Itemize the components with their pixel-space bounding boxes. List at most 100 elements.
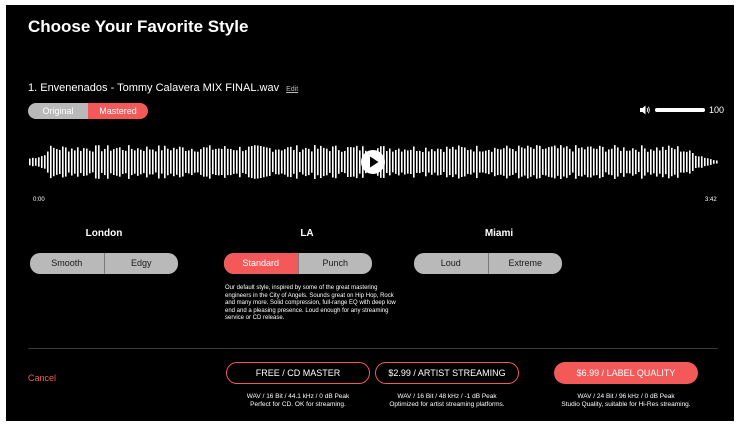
waveform-bar [155, 151, 157, 173]
waveform-bar [62, 146, 64, 178]
waveform-bar [311, 151, 313, 173]
style-title-london: London [85, 228, 123, 239]
standard-button[interactable]: Standard [224, 253, 298, 274]
waveform-bar [233, 150, 235, 174]
waveform-bar [266, 147, 268, 177]
waveform-bar [686, 151, 688, 173]
waveform-bar [275, 149, 277, 175]
style-selection-dialog: Choose Your Favorite Style 1. Envenenado… [6, 5, 734, 421]
waveform-bar [89, 150, 91, 174]
mastered-toggle-button[interactable]: Mastered [88, 103, 148, 119]
waveform-bar [440, 149, 442, 175]
waveform-bar [71, 148, 73, 176]
waveform-bar [545, 148, 547, 176]
waveform-bar [86, 148, 88, 176]
waveform-bar [224, 146, 226, 178]
waveform-bar [434, 151, 436, 173]
waveform-bar [650, 149, 652, 175]
waveform-bar [308, 148, 310, 176]
waveform-bar [716, 160, 718, 164]
waveform-bar [569, 148, 571, 176]
waveform-bar [245, 150, 247, 174]
waveform-bar [272, 151, 274, 173]
waveform-bar [317, 148, 319, 176]
play-button[interactable] [361, 150, 385, 174]
waveform-bar [83, 148, 85, 176]
artist-streaming-button[interactable]: $2.99 / ARTIST STREAMING [375, 362, 519, 384]
waveform-bar [494, 147, 496, 177]
waveform-bar [515, 151, 517, 173]
waveform-bar [203, 147, 205, 177]
waveform-bar [431, 149, 433, 175]
smooth-button[interactable]: Smooth [30, 253, 104, 274]
waveform-bar [95, 145, 97, 179]
waveform-bar [332, 146, 334, 178]
waveform-bar [611, 148, 613, 176]
waveform-bar [551, 146, 553, 178]
waveform-bar [563, 147, 565, 177]
waveform-bar [626, 150, 628, 174]
waveform-bar [593, 148, 595, 176]
waveform-bar [179, 146, 181, 178]
plan-artist-streaming: $2.99 / ARTIST STREAMING WAV / 16 Bit / … [375, 362, 519, 409]
waveform-bar [605, 151, 607, 173]
waveform-bar [350, 147, 352, 177]
extreme-button[interactable]: Extreme [487, 253, 563, 274]
style-description: Our default style, inspired by some of t… [225, 285, 396, 322]
punch-button[interactable]: Punch [297, 253, 373, 274]
waveform-bar [554, 145, 556, 179]
waveform-bar [635, 149, 637, 175]
plan-format: WAV / 16 Bit / 44.1 kHz / 0 dB Peak [246, 393, 350, 400]
waveform-bar [707, 158, 709, 166]
waveform-bar [461, 147, 463, 177]
waveform-bar [395, 150, 397, 174]
waveform-bar [566, 146, 568, 178]
style-title-la: LA [300, 228, 314, 239]
waveform-bar [113, 149, 115, 175]
waveform-bar [443, 151, 445, 172]
waveform-bar [236, 150, 238, 174]
cancel-link[interactable]: Cancel [28, 373, 56, 383]
original-toggle-button[interactable]: Original [28, 103, 88, 119]
waveform-bar [335, 145, 337, 179]
waveform-bar [542, 149, 544, 175]
waveform-bar [506, 145, 508, 179]
waveform-bar [143, 150, 145, 174]
waveform-bar [74, 150, 76, 174]
edgy-button[interactable]: Edgy [103, 253, 179, 274]
waveform-bar [632, 148, 634, 176]
waveform-bar [665, 149, 667, 175]
waveform-bar [125, 150, 127, 174]
waveform-bar [668, 145, 670, 179]
edit-track-link[interactable]: Edit [286, 86, 298, 93]
waveform-bar [50, 145, 52, 179]
waveform-bar [56, 149, 58, 175]
miami-style-options: Loud Extreme [414, 253, 562, 274]
volume-slider[interactable] [655, 108, 705, 112]
waveform-bar [488, 149, 490, 175]
waveform-bar [218, 148, 220, 176]
waveform-bar [254, 145, 256, 179]
waveform-bar [110, 150, 112, 174]
waveform-bar [557, 148, 559, 176]
label-quality-button[interactable]: $6.99 / LABEL QUALITY [554, 362, 698, 384]
waveform-bar [128, 145, 130, 179]
waveform-bar [458, 145, 460, 179]
waveform-bar [68, 151, 70, 173]
waveform-bar [299, 152, 301, 173]
free-cd-master-button[interactable]: FREE / CD MASTER [226, 362, 370, 384]
plan-spec: WAV / 16 Bit / 44.1 kHz / 0 dB Peak Perf… [226, 393, 370, 409]
plan-note: Optimized for artist streaming platforms… [389, 401, 505, 408]
waveform-bar [248, 146, 250, 178]
dialog-title: Choose Your Favorite Style [28, 17, 249, 36]
waveform-bar [533, 148, 535, 176]
loud-button[interactable]: Loud [414, 253, 488, 274]
speaker-icon[interactable] [639, 104, 651, 116]
waveform-bar [41, 156, 43, 168]
waveform-bar [671, 147, 673, 177]
waveform-bar [398, 148, 400, 176]
waveform-bar [182, 147, 184, 177]
waveform-bar [197, 151, 199, 173]
waveform-bar [710, 159, 712, 165]
waveform-bar [539, 145, 541, 179]
